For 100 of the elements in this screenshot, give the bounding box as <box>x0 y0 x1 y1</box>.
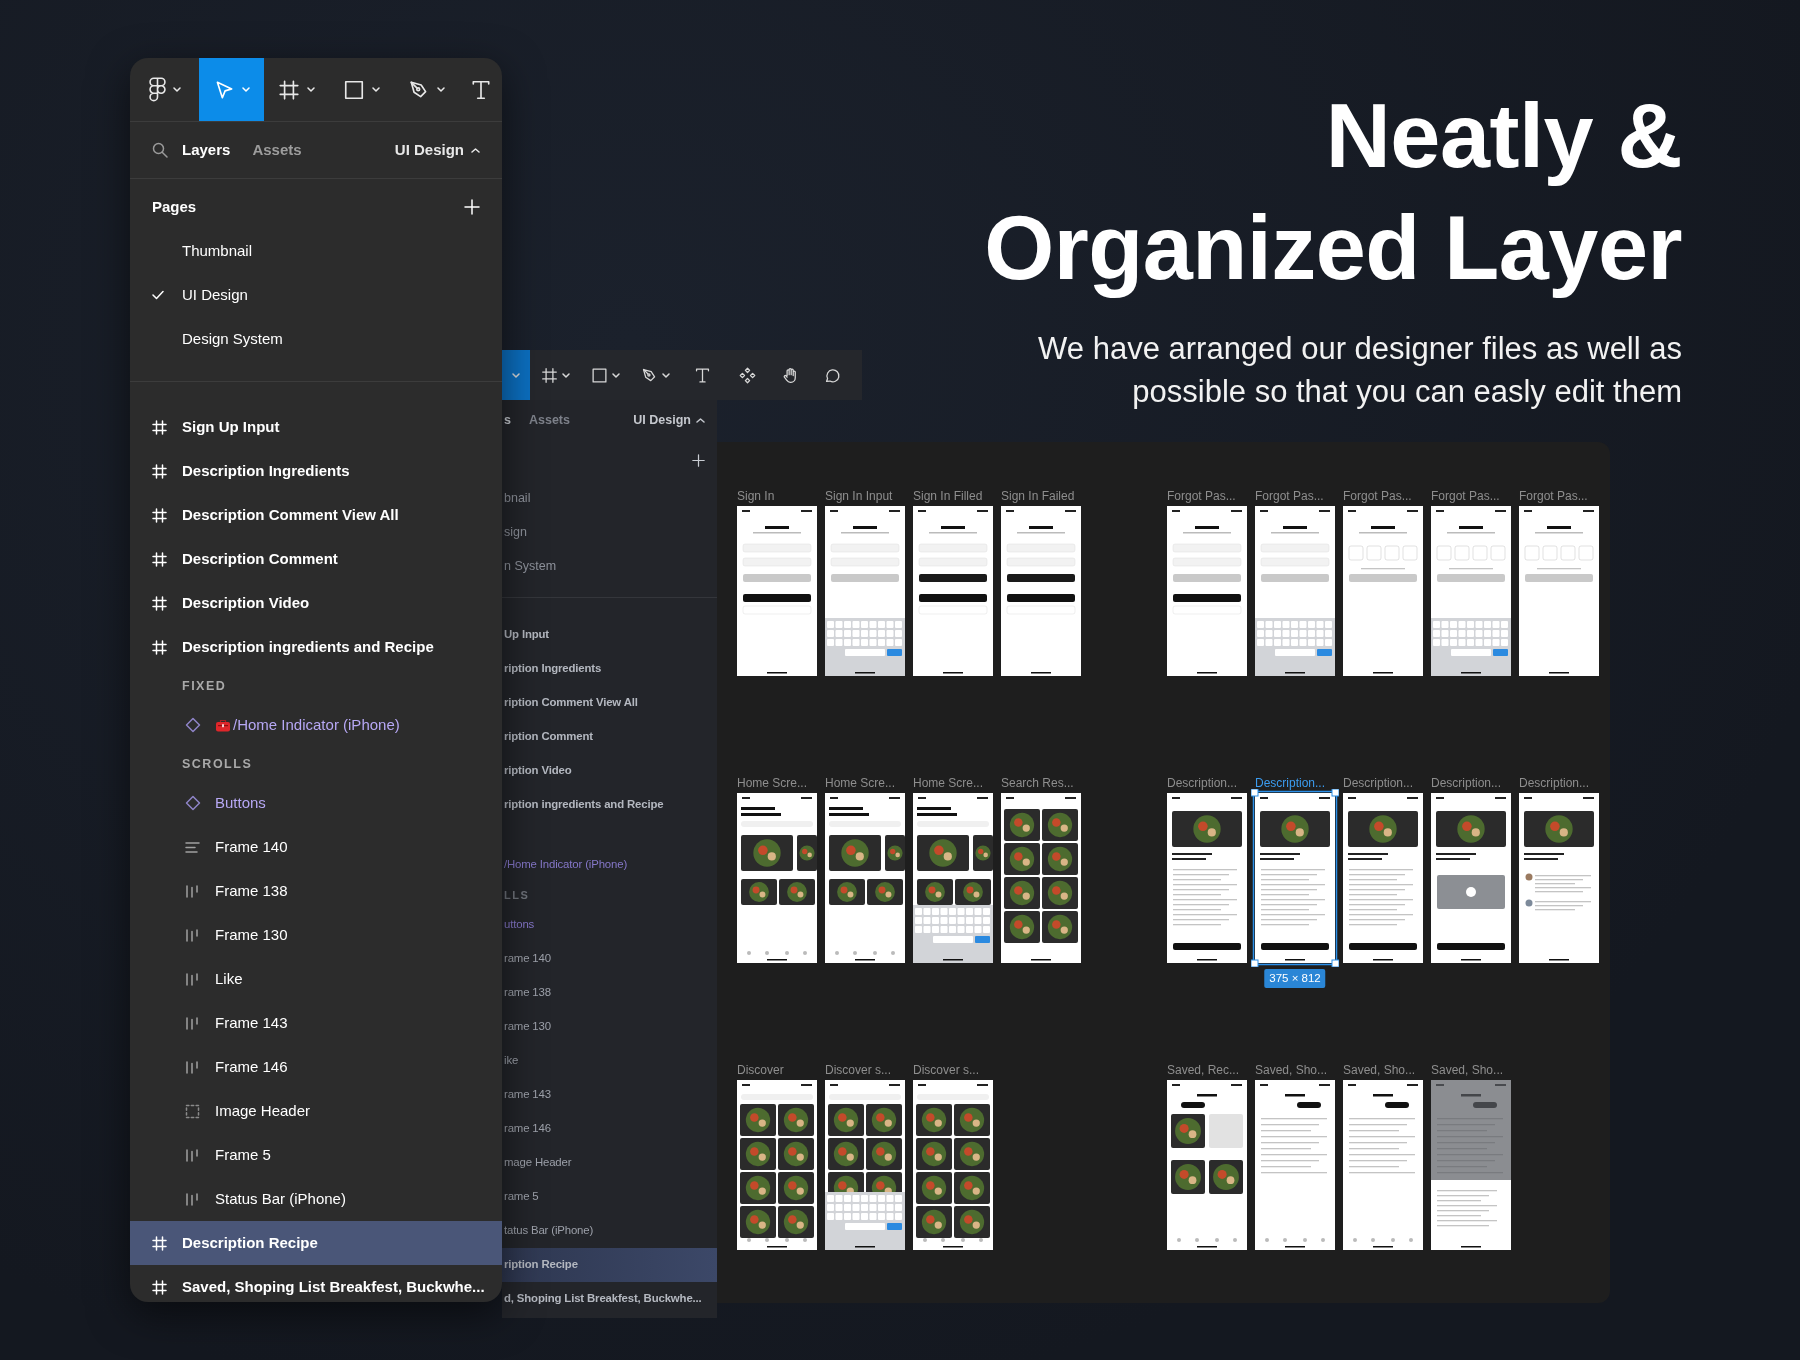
layer-item[interactable]: Description Ingredients <box>130 449 502 493</box>
page-item[interactable]: sign <box>502 515 717 549</box>
layer-item[interactable]: ription Recipe <box>502 1248 717 1282</box>
add-page-button[interactable] <box>692 454 705 467</box>
frame-label[interactable]: Sign In Failed <box>1001 489 1075 503</box>
caret-icon <box>307 87 315 92</box>
frame-label[interactable]: Saved, Sho... <box>1255 1063 1328 1077</box>
layer-item[interactable]: Description Recipe <box>130 1221 502 1265</box>
tab[interactable]: Assets <box>510 410 570 430</box>
layer-item[interactable]: rame 143 <box>502 1078 717 1112</box>
page-picker[interactable]: UI Design <box>394 138 480 162</box>
auto-layout-icon <box>185 971 200 987</box>
frame-label[interactable]: Discover <box>737 1063 784 1077</box>
frame-label[interactable]: Description... <box>1343 776 1414 790</box>
frame-label[interactable]: Sign In <box>737 489 775 503</box>
plus-icon <box>464 199 480 215</box>
component-icon <box>185 717 201 733</box>
frame-label[interactable]: Description... <box>1519 776 1590 790</box>
caret-icon <box>696 417 705 423</box>
frame-label[interactable]: Saved, Sho... <box>1343 1063 1416 1077</box>
frame-label[interactable]: Home Scre... <box>737 776 808 790</box>
tab[interactable]: Assets <box>252 138 302 162</box>
layer-item[interactable]: /Home Indicator (iPhone) <box>502 848 717 882</box>
layer-item[interactable]: Frame 130 <box>130 913 502 957</box>
layer-item[interactable]: rame 146 <box>502 1112 717 1146</box>
layer-item[interactable]: Status Bar (iPhone) <box>130 1177 502 1221</box>
frame-label[interactable]: Forgot Pas... <box>1343 489 1412 503</box>
frame-label[interactable]: Forgot Pas... <box>1167 489 1236 503</box>
layer-item[interactable]: Frame 146 <box>130 1045 502 1089</box>
auto-layout-icon <box>185 1191 200 1207</box>
frame-label[interactable]: Forgot Pas... <box>1431 489 1500 503</box>
section-label: SCROLLS <box>182 755 253 773</box>
layer-item[interactable]: ription Comment View All <box>502 686 717 720</box>
frame-icon <box>152 595 167 611</box>
frame-label[interactable]: Forgot Pas... <box>1255 489 1324 503</box>
page-item[interactable]: Thumbnail <box>130 229 502 273</box>
page-item[interactable]: Design System <box>130 317 502 361</box>
plus-icon <box>692 454 705 467</box>
caret-icon <box>242 87 250 92</box>
layer-item[interactable]: Frame 143 <box>130 1001 502 1045</box>
frame-icon <box>152 419 167 435</box>
layer-item[interactable]: Like <box>130 957 502 1001</box>
layer-item[interactable]: Image Header <box>130 1089 502 1133</box>
layer-item[interactable]: ription Ingredients <box>502 652 717 686</box>
layer-item[interactable]: tatus Bar (iPhone) <box>502 1214 717 1248</box>
caret-icon <box>661 372 670 378</box>
frame-label[interactable]: Description... <box>1255 776 1326 790</box>
layer-item[interactable]: Up Input <box>502 618 717 652</box>
caret-icon <box>372 87 380 92</box>
layer-item[interactable]: Sign Up Input <box>130 405 502 449</box>
auto-layout-icon <box>185 1147 200 1163</box>
tab[interactable]: s <box>502 410 511 430</box>
frame-label[interactable]: Home Scre... <box>913 776 984 790</box>
layer-item[interactable]: ription Video <box>502 754 717 788</box>
frame-icon <box>152 639 167 655</box>
frame-label[interactable]: Description... <box>1167 776 1238 790</box>
frame-label[interactable]: Saved, Sho... <box>1431 1063 1504 1077</box>
page-picker[interactable]: UI Design <box>633 410 705 430</box>
layer-item[interactable]: rame 138 <box>502 976 717 1010</box>
frame-label[interactable]: Description... <box>1431 776 1502 790</box>
layer-item[interactable]: mage Header <box>502 1146 717 1180</box>
page-item[interactable]: n System <box>502 549 717 583</box>
frame-label[interactable]: Sign In Input <box>825 489 893 503</box>
tab[interactable]: Layers <box>182 138 231 162</box>
layer-item[interactable]: Description ingredients and Recipe <box>130 625 502 669</box>
layer-item[interactable]: Description Video <box>130 581 502 625</box>
frame-label[interactable]: Home Scre... <box>825 776 896 790</box>
layer-item[interactable]: Frame 140 <box>130 825 502 869</box>
layer-item[interactable]: Description Comment View All <box>130 493 502 537</box>
page-item[interactable]: bnail <box>502 481 717 515</box>
layer-item[interactable]: rame 130 <box>502 1010 717 1044</box>
layer-item[interactable]: d, Shoping List Breakfest, Buckwhe... <box>502 1282 717 1316</box>
layer-item[interactable]: ike <box>502 1044 717 1078</box>
frame-icon <box>152 551 167 567</box>
text-tool-icon <box>694 366 711 384</box>
layer-item[interactable]: uttons <box>502 908 717 942</box>
frame-label[interactable]: Sign In Filled <box>913 489 983 503</box>
toolbox-icon <box>215 718 231 732</box>
layer-item[interactable]: Frame 138 <box>130 869 502 913</box>
layer-item[interactable]: ription ingredients and Recipe <box>502 788 717 822</box>
layer-item[interactable]: rame 140 <box>502 942 717 976</box>
layer-item[interactable]: rame 5 <box>502 1180 717 1214</box>
frame-label[interactable]: Search Res... <box>1001 776 1074 790</box>
frame-label[interactable]: Discover s... <box>913 1063 979 1077</box>
auto-layout-icon <box>185 840 200 854</box>
hand-icon <box>781 366 799 384</box>
layer-item[interactable]: Frame 5 <box>130 1133 502 1177</box>
layer-item[interactable]: /Home Indicator (iPhone) <box>130 703 502 747</box>
layer-item[interactable]: Saved, Shoping List Breakfest, Buckwhe... <box>130 1265 502 1302</box>
caret-icon <box>512 372 520 378</box>
layer-item[interactable]: Description Comment <box>130 537 502 581</box>
frame-label[interactable]: Saved, Rec... <box>1167 1063 1240 1077</box>
layer-item[interactable]: ription Comment <box>502 720 717 754</box>
page-item[interactable]: UI Design <box>130 273 502 317</box>
rectangle-icon <box>343 78 365 101</box>
frame-icon <box>152 1279 167 1295</box>
caret-icon <box>471 147 480 153</box>
frame-label[interactable]: Discover s... <box>825 1063 891 1077</box>
layer-item[interactable]: Buttons <box>130 781 502 825</box>
frame-label[interactable]: Forgot Pas... <box>1519 489 1588 503</box>
